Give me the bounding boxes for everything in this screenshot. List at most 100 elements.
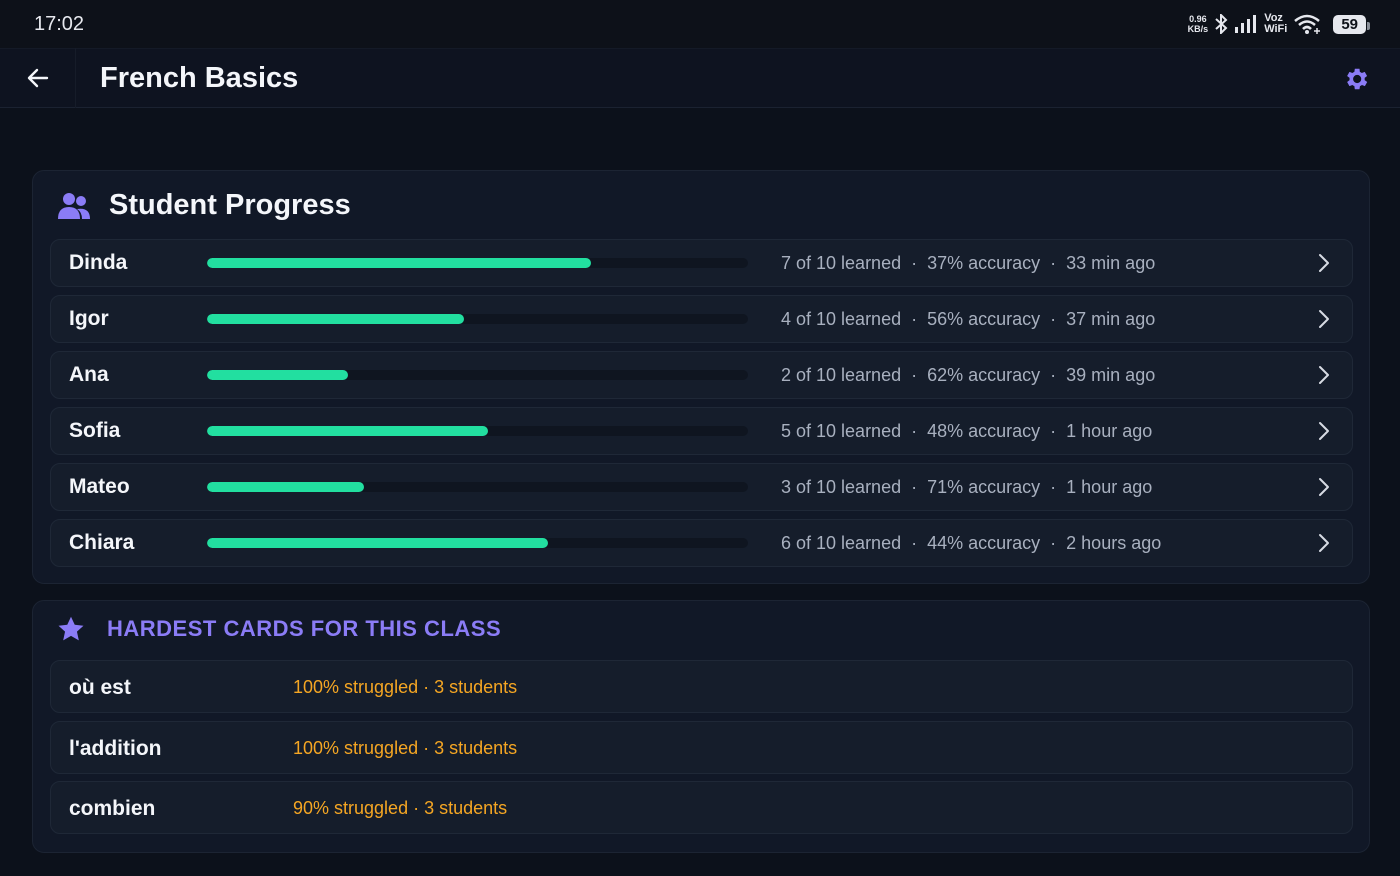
network-speed-value: 0.96	[1189, 14, 1207, 24]
separator-dot: ·	[1040, 308, 1067, 329]
student-progress-title: Student Progress	[109, 189, 351, 221]
separator-dot: ·	[1040, 364, 1067, 385]
hard-card-stats: 90% struggled · 3 students	[293, 798, 507, 819]
progress-bar-fill	[207, 370, 348, 380]
student-learned: 5 of 10 learned	[781, 420, 902, 441]
separator-dot: ·	[1040, 476, 1067, 497]
separator-dot: ·	[901, 476, 928, 497]
progress-bar-track	[207, 538, 748, 548]
student-last-seen: 33 min ago	[1066, 252, 1156, 273]
student-row[interactable]: Dinda 7 of 10 learned · 37% accuracy · 33…	[50, 239, 1353, 287]
progress-bar-track	[207, 258, 748, 268]
student-row[interactable]: Mateo 3 of 10 learned · 71% accuracy · 1 …	[50, 463, 1353, 511]
hard-card-row[interactable]: combien 90% struggled · 3 students	[50, 781, 1353, 834]
student-name: Sofia	[69, 419, 121, 442]
separator-dot: ·	[901, 364, 928, 385]
student-last-seen: 37 min ago	[1066, 308, 1156, 329]
hard-card-stats: 100% struggled · 3 students	[293, 677, 517, 698]
hard-card-struggled: 100% struggled	[293, 677, 419, 697]
separator-dot: ·	[901, 252, 928, 273]
student-accuracy: 62% accuracy	[927, 364, 1041, 385]
progress-bar-fill	[207, 314, 464, 324]
separator-dot: ·	[418, 677, 435, 697]
student-name: Mateo	[69, 475, 130, 498]
hard-card-word: l'addition	[69, 737, 162, 760]
hardest-cards-title: HARDEST CARDS FOR THIS CLASS	[107, 616, 502, 641]
student-name: Ana	[69, 363, 109, 386]
student-row[interactable]: Chiara 6 of 10 learned · 44% accuracy · 2…	[50, 519, 1353, 567]
hard-card-word: combien	[69, 797, 156, 820]
chevron-right-icon	[1319, 478, 1329, 496]
student-stats: 4 of 10 learned · 56% accuracy · 37 min …	[781, 309, 1155, 330]
users-icon	[58, 192, 90, 219]
student-stats: 3 of 10 learned · 71% accuracy · 1 hour …	[781, 477, 1152, 498]
student-accuracy: 71% accuracy	[927, 476, 1041, 497]
separator-dot: ·	[1040, 252, 1067, 273]
star-icon	[58, 616, 84, 641]
student-progress-header: Student Progress	[57, 189, 351, 222]
progress-bar-fill	[207, 426, 489, 436]
arrow-left-icon	[27, 68, 48, 88]
gear-icon	[1347, 68, 1368, 90]
student-last-seen: 1 hour ago	[1066, 476, 1153, 497]
separator-dot: ·	[1040, 420, 1067, 441]
status-bar: 17:02 0.96 KB/s Voz WiFi 59	[0, 0, 1400, 48]
wifi-icon	[1294, 14, 1321, 34]
student-row[interactable]: Sofia 5 of 10 learned · 48% accuracy · 1 …	[50, 407, 1353, 455]
student-progress-card: Student Progress Dinda 7 of 10 learned · …	[32, 170, 1370, 584]
student-name: Dinda	[69, 251, 128, 274]
chevron-right-icon	[1319, 422, 1329, 440]
student-learned: 7 of 10 learned	[781, 252, 902, 273]
student-stats: 2 of 10 learned · 62% accuracy · 39 min …	[781, 365, 1155, 386]
student-learned: 6 of 10 learned	[781, 532, 902, 553]
chevron-right-icon	[1319, 254, 1329, 272]
separator-dot: ·	[418, 738, 435, 758]
student-accuracy: 37% accuracy	[927, 252, 1041, 273]
chevron-right-icon	[1319, 366, 1329, 384]
hard-card-stats: 100% struggled · 3 students	[293, 738, 517, 759]
status-time: 17:02	[34, 12, 85, 35]
student-accuracy: 48% accuracy	[927, 420, 1041, 441]
student-learned: 4 of 10 learned	[781, 308, 902, 329]
hardest-cards-header: HARDEST CARDS FOR THIS CLASS	[57, 615, 501, 643]
status-icons: 0.96 KB/s Voz WiFi 59	[1188, 13, 1370, 35]
progress-bar-track	[207, 426, 748, 436]
student-learned: 2 of 10 learned	[781, 364, 902, 385]
progress-bar-track	[207, 482, 748, 492]
separator-dot: ·	[901, 532, 928, 553]
student-row[interactable]: Ana 2 of 10 learned · 62% accuracy · 39 m…	[50, 351, 1353, 399]
settings-button[interactable]	[1342, 65, 1370, 93]
hard-card-struggled: 90% struggled	[293, 798, 409, 818]
separator-dot: ·	[901, 308, 928, 329]
student-last-seen: 2 hours ago	[1066, 532, 1162, 553]
hard-card-row[interactable]: où est 100% struggled · 3 students	[50, 660, 1353, 713]
hard-card-students: 3 students	[434, 677, 518, 697]
network-speed-unit: KB/s	[1187, 24, 1209, 34]
separator-dot: ·	[408, 798, 425, 818]
hard-card-students: 3 students	[434, 738, 518, 758]
back-button[interactable]	[0, 48, 76, 108]
separator-dot: ·	[1040, 532, 1067, 553]
student-name: Chiara	[69, 531, 135, 554]
student-accuracy: 56% accuracy	[927, 308, 1041, 329]
student-accuracy: 44% accuracy	[927, 532, 1041, 553]
voz-bottom-label: WiFi	[1264, 23, 1288, 35]
bluetooth-icon	[1215, 14, 1228, 34]
chevron-right-icon	[1319, 534, 1329, 552]
progress-bar-fill	[207, 538, 548, 548]
student-stats: 6 of 10 learned · 44% accuracy · 2 hours…	[781, 533, 1161, 554]
separator-dot: ·	[901, 420, 928, 441]
battery-indicator: 59	[1333, 14, 1370, 34]
signal-icon	[1235, 15, 1257, 33]
progress-bar-track	[207, 370, 748, 380]
student-stats: 7 of 10 learned · 37% accuracy · 33 min …	[781, 253, 1155, 274]
progress-bar-track	[207, 314, 748, 324]
network-speed: 0.96 KB/s	[1188, 14, 1209, 34]
progress-bar-fill	[207, 258, 592, 268]
student-last-seen: 39 min ago	[1066, 364, 1156, 385]
progress-bar-fill	[207, 482, 364, 492]
student-row[interactable]: Igor 4 of 10 learned · 56% accuracy · 37 …	[50, 295, 1353, 343]
student-name: Igor	[69, 307, 109, 330]
hard-card-row[interactable]: l'addition 100% struggled · 3 students	[50, 721, 1353, 774]
student-last-seen: 1 hour ago	[1066, 420, 1153, 441]
